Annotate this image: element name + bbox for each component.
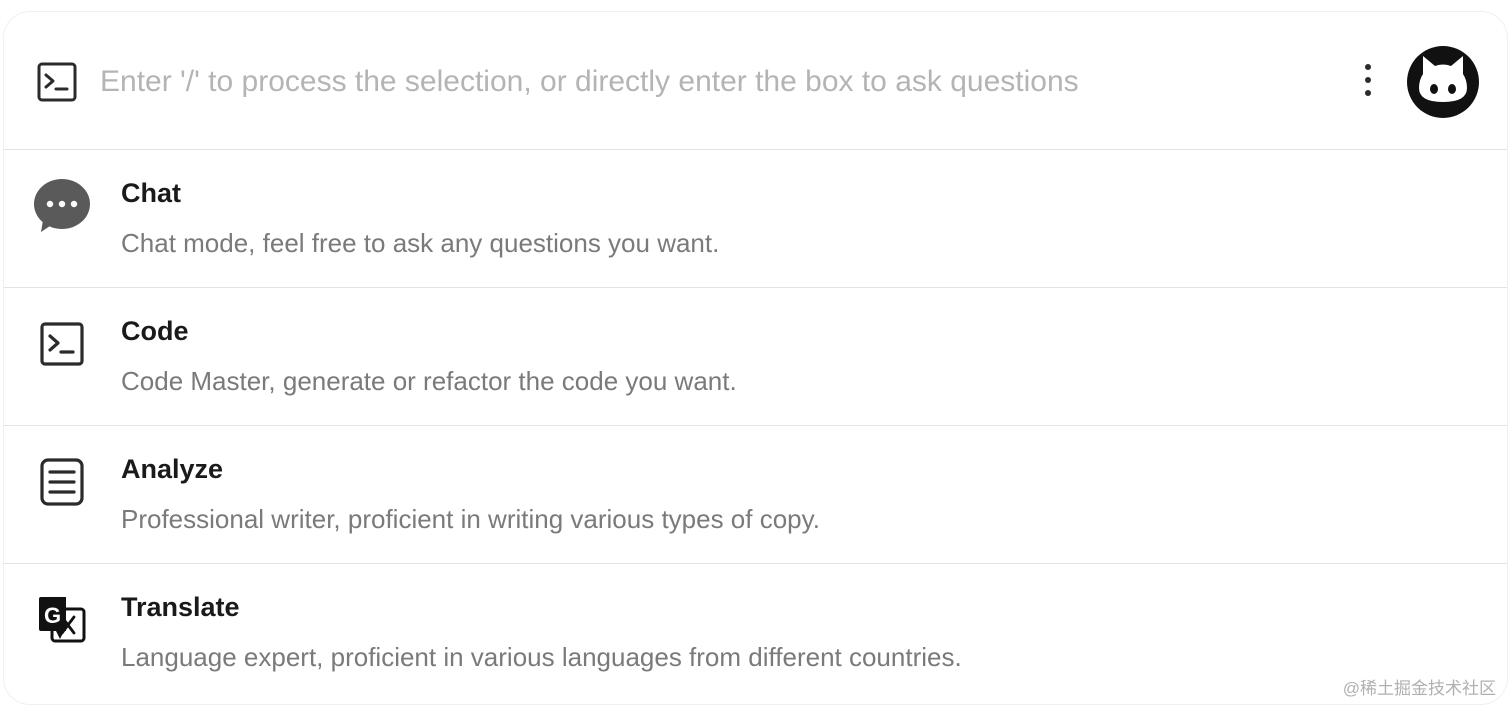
more-options-button[interactable]	[1352, 62, 1384, 102]
search-input[interactable]	[100, 56, 1300, 108]
translate-icon: G	[32, 590, 92, 650]
mode-description: Professional writer, proficient in writi…	[121, 504, 820, 534]
terminal-icon	[36, 61, 78, 103]
mode-item-chat[interactable]: Chat Chat mode, feel free to ask any que…	[4, 150, 1507, 288]
chat-bubble-icon	[32, 176, 92, 236]
command-palette: Chat Chat mode, feel free to ask any que…	[4, 12, 1507, 704]
mode-item-translate[interactable]: G Translate Language expert, proficient …	[4, 564, 1507, 701]
mode-description: Language expert, proficient in various l…	[121, 642, 962, 672]
mode-title: Chat	[121, 178, 181, 208]
watermark: @稀土掘金技术社区	[1342, 679, 1496, 698]
mode-title: Analyze	[121, 454, 224, 484]
mode-title: Code	[121, 316, 189, 346]
more-vertical-icon	[1364, 63, 1372, 102]
mode-description: Code Master, generate or refactor the co…	[121, 366, 737, 396]
mode-description: Chat mode, feel free to ask any question…	[121, 228, 720, 258]
mode-title: Translate	[121, 592, 240, 622]
document-icon	[32, 452, 92, 512]
terminal-icon	[32, 314, 92, 374]
mode-item-code[interactable]: Code Code Master, generate or refactor t…	[4, 288, 1507, 426]
search-bar	[4, 12, 1507, 150]
svg-text:G: G	[44, 603, 61, 628]
github-octocat-icon	[1405, 46, 1481, 124]
mode-item-analyze[interactable]: Analyze Professional writer, proficient …	[4, 426, 1507, 564]
avatar[interactable]	[1405, 44, 1481, 120]
